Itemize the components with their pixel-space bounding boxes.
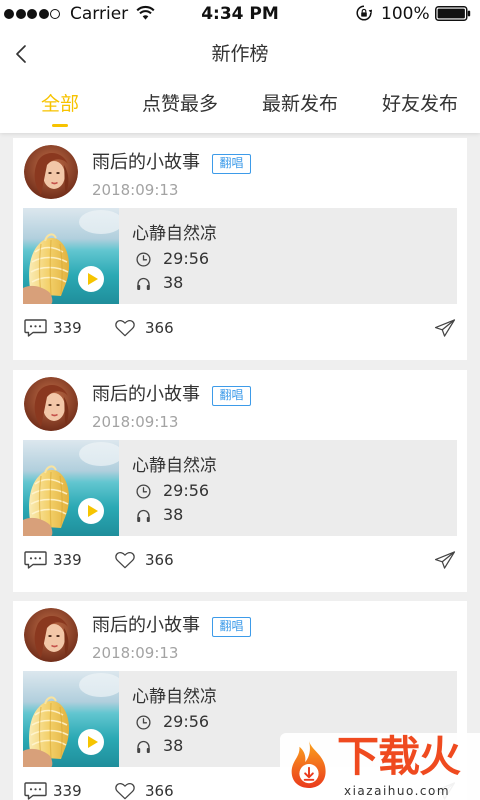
flame-logo-icon — [285, 739, 333, 789]
post-date: 2018:09:13 — [92, 181, 179, 199]
listens-value: 38 — [163, 736, 184, 755]
comment-count[interactable]: 339 — [53, 551, 82, 569]
comment-count[interactable]: 339 — [53, 782, 82, 800]
author-name[interactable]: 雨后的小故事 — [92, 383, 200, 407]
author-avatar[interactable] — [24, 608, 78, 662]
author-name[interactable]: 雨后的小故事 — [92, 151, 200, 175]
track-listens: 38 — [136, 273, 183, 293]
tab-all[interactable]: 全部 — [0, 92, 120, 116]
signal-dot — [50, 9, 60, 19]
track-media[interactable]: 心静自然凉 29:56 38 — [23, 440, 457, 536]
tab-friends[interactable]: 好友发布 — [360, 92, 480, 116]
back-button[interactable] — [8, 40, 34, 68]
track-listens: 38 — [136, 736, 183, 756]
share-icon[interactable] — [434, 319, 456, 337]
duration-value: 29:56 — [163, 481, 210, 500]
track-cover[interactable] — [23, 208, 119, 304]
track-title: 心静自然凉 — [132, 224, 217, 244]
track-duration: 29:56 — [136, 712, 209, 732]
comment-count[interactable]: 339 — [53, 319, 82, 337]
like-count[interactable]: 366 — [145, 551, 174, 569]
listens-value: 38 — [163, 505, 184, 524]
active-tab-indicator — [52, 124, 68, 127]
battery-percent: 100% — [381, 4, 430, 24]
headphone-icon — [136, 508, 151, 523]
page-title: 新作榜 — [211, 43, 269, 65]
post-actions: 339 366 — [13, 551, 467, 569]
play-icon[interactable] — [78, 266, 104, 292]
signal-dot — [4, 9, 14, 19]
signal-dot — [38, 9, 49, 19]
watermark-domain: xiazaihuo.com — [344, 784, 451, 798]
cover-badge: 翻唱 — [212, 386, 251, 406]
wifi-icon — [136, 5, 155, 20]
cover-badge: 翻唱 — [212, 154, 251, 174]
heart-icon[interactable] — [114, 551, 136, 569]
track-listens: 38 — [136, 505, 183, 525]
track-duration: 29:56 — [136, 481, 209, 501]
comment-icon[interactable] — [24, 319, 47, 337]
listens-value: 38 — [163, 273, 184, 292]
duration-value: 29:56 — [163, 249, 210, 268]
track-media[interactable]: 心静自然凉 29:56 38 — [23, 208, 457, 304]
status-time: 4:34 PM — [201, 4, 279, 24]
chevron-left-icon[interactable] — [8, 40, 34, 68]
track-duration: 29:56 — [136, 249, 209, 269]
comment-icon[interactable] — [24, 782, 47, 800]
post-actions: 339 366 — [13, 319, 467, 337]
clock-icon — [136, 252, 151, 267]
headphone-icon — [136, 739, 151, 754]
tab-most-liked[interactable]: 点赞最多 — [120, 92, 240, 116]
signal-dot — [27, 9, 37, 19]
author-name[interactable]: 雨后的小故事 — [92, 614, 200, 638]
battery-icon — [435, 6, 471, 21]
watermark-logo: 下载火 xiazaihuo.com — [280, 733, 480, 800]
duration-value: 29:56 — [163, 712, 210, 731]
author-avatar[interactable] — [24, 377, 78, 431]
clock-icon — [136, 484, 151, 499]
play-icon[interactable] — [78, 498, 104, 524]
like-count[interactable]: 366 — [145, 319, 174, 337]
carrier-name: Carrier — [70, 4, 129, 24]
track-cover[interactable] — [23, 671, 119, 767]
tab-latest[interactable]: 最新发布 — [240, 92, 360, 116]
post-card[interactable]: 雨后的小故事 翻唱 2018:09:13 心静自然凉 29:56 38 339 … — [13, 370, 467, 592]
share-icon[interactable] — [434, 551, 456, 569]
rotation-lock-icon — [356, 5, 372, 21]
track-title: 心静自然凉 — [132, 687, 217, 707]
headphone-icon — [136, 276, 151, 291]
heart-icon[interactable] — [114, 782, 136, 800]
cover-badge: 翻唱 — [212, 617, 251, 637]
comment-icon[interactable] — [24, 551, 47, 569]
heart-icon[interactable] — [114, 319, 136, 337]
post-card[interactable]: 雨后的小故事 翻唱 2018:09:13 心静自然凉 29:56 38 339 … — [13, 138, 467, 360]
author-avatar[interactable] — [24, 145, 78, 199]
clock-icon — [136, 715, 151, 730]
signal-dot — [15, 9, 26, 19]
watermark-brand: 下载火 — [337, 732, 461, 781]
post-date: 2018:09:13 — [92, 644, 179, 662]
track-cover[interactable] — [23, 440, 119, 536]
post-date: 2018:09:13 — [92, 413, 179, 431]
track-title: 心静自然凉 — [132, 456, 217, 476]
app-header: Carrier 4:34 PM 100% 新作榜 全部 点赞最多 最新发布 好友… — [0, 0, 480, 133]
play-icon[interactable] — [78, 729, 104, 755]
like-count[interactable]: 366 — [145, 782, 174, 800]
